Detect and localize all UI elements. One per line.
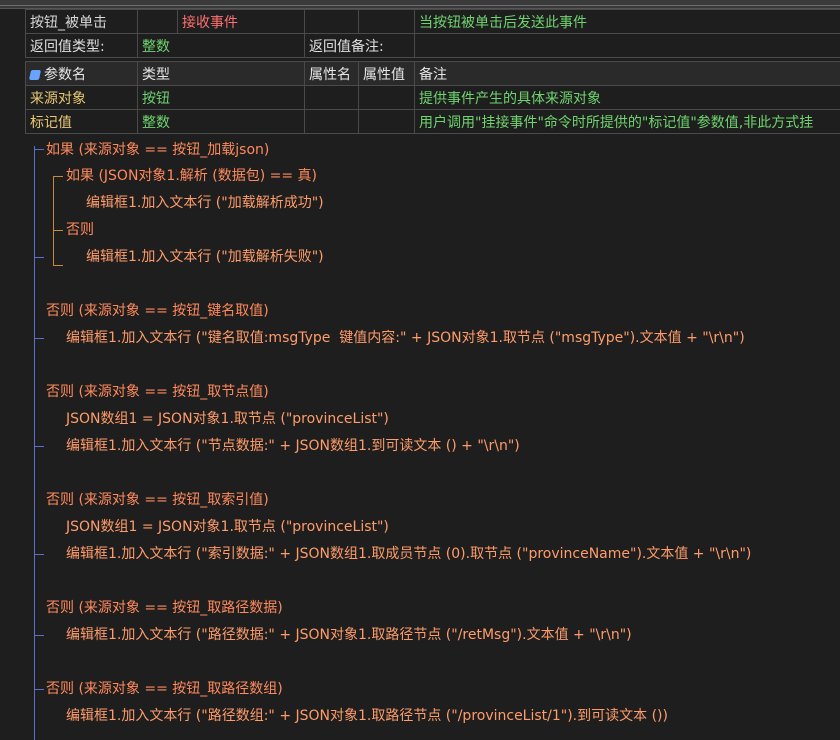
event-row: 按钮_被单击 接收事件 当按钮被单击后发送此事件	[25, 9, 840, 34]
empty-cell	[137, 9, 178, 34]
flow-branch	[34, 338, 44, 339]
pin-icon	[28, 69, 42, 80]
flow-branch	[34, 446, 44, 447]
param-type[interactable]: 整数	[137, 109, 305, 134]
code-line-stmt[interactable]: 编辑框1.加入文本行 ("键名取值:msgType 键值内容:" + JSON对…	[66, 328, 745, 348]
code-line-else-if[interactable]: 否则 (来源对象 == 按钮_键名取值)	[46, 301, 269, 321]
flow-branch	[34, 554, 44, 555]
code-line-else[interactable]: 否则	[66, 220, 94, 240]
param-attr-name[interactable]	[304, 109, 359, 134]
return-type-value[interactable]: 整数	[137, 33, 305, 58]
code-line-stmt[interactable]: 编辑框1.加入文本行 ("路径数组:" + JSON对象1.取路径节点 ("/p…	[66, 706, 668, 726]
return-note-label: 返回值备注:	[304, 33, 415, 58]
flow-line-outer	[34, 146, 35, 740]
attr-value-col-header: 属性值	[358, 61, 415, 86]
empty-cell	[304, 9, 359, 34]
return-type-label: 返回值类型:	[25, 33, 138, 58]
event-description[interactable]: 当按钮被单击后发送此事件	[414, 9, 840, 34]
event-name[interactable]: 按钮_被单击	[25, 9, 138, 34]
code-line-else-if[interactable]: 否则 (来源对象 == 按钮_取路径数据)	[46, 598, 283, 618]
param-note[interactable]: 用户调用"挂接事件"命令时所提供的"标记值"参数值,非此方式挂	[414, 109, 840, 134]
param-row: 标记值 整数 用户调用"挂接事件"命令时所提供的"标记值"参数值,非此方式挂	[25, 109, 840, 134]
param-attr-value[interactable]	[358, 85, 415, 110]
code-line-stmt[interactable]: JSON数组1 = JSON对象1.取节点 ("provinceList")	[66, 409, 389, 429]
param-row: 来源对象 按钮 提供事件产生的具体来源对象	[25, 85, 840, 110]
param-header-row: 参数名 类型 属性名 属性值 备注	[25, 61, 840, 86]
param-attr-name[interactable]	[304, 85, 359, 110]
attr-name-col-header: 属性名	[304, 61, 359, 86]
flow-branch	[34, 257, 44, 258]
top-scrollbar-strip	[0, 0, 840, 9]
type-col-header: 类型	[137, 61, 305, 86]
code-line-if[interactable]: 如果 (来源对象 == 按钮_加载json)	[46, 140, 269, 160]
param-type[interactable]: 按钮	[137, 85, 305, 110]
param-name[interactable]: 来源对象	[25, 85, 138, 110]
flow-branch	[34, 689, 44, 690]
flow-branch	[34, 149, 44, 150]
event-header-table: 按钮_被单击 接收事件 当按钮被单击后发送此事件 返回值类型: 整数 返回值备注…	[25, 9, 840, 134]
param-name[interactable]: 标记值	[25, 109, 138, 134]
code-line-stmt[interactable]: 编辑框1.加入文本行 ("加载解析成功")	[86, 193, 324, 213]
flow-branch	[53, 265, 63, 266]
param-attr-value[interactable]	[358, 109, 415, 134]
flow-branch	[53, 176, 63, 177]
flow-branch	[34, 635, 44, 636]
code-line-stmt[interactable]: 编辑框1.加入文本行 ("索引数据:" + JSON数组1.取成员节点 (0).…	[66, 544, 751, 564]
code-line-else-if[interactable]: 否则 (来源对象 == 按钮_取路径数组)	[46, 679, 283, 699]
code-line-else-if[interactable]: 否则 (来源对象 == 按钮_取索引值)	[46, 490, 269, 510]
note-col-header: 备注	[414, 61, 840, 86]
empty-cell	[358, 9, 415, 34]
param-note[interactable]: 提供事件产生的具体来源对象	[414, 85, 840, 110]
code-line-else-if[interactable]: 否则 (来源对象 == 按钮_取节点值)	[46, 382, 269, 402]
param-col-header: 参数名	[25, 61, 138, 86]
return-row: 返回值类型: 整数 返回值备注:	[25, 33, 840, 58]
code-line-stmt[interactable]: 编辑框1.加入文本行 ("加载解析失败")	[86, 247, 324, 267]
code-line-stmt[interactable]: 编辑框1.加入文本行 ("节点数据:" + JSON数组1.到可读文本 () +…	[66, 436, 520, 456]
code-line-if[interactable]: 如果 (JSON对象1.解析 (数据包) == 真)	[66, 166, 317, 186]
code-line-stmt[interactable]: 编辑框1.加入文本行 ("路径数据:" + JSON对象1.取路径节点 ("/r…	[66, 625, 632, 645]
flow-branch	[53, 230, 63, 231]
event-type[interactable]: 接收事件	[177, 9, 305, 34]
code-editor[interactable]: 如果 (来源对象 == 按钮_加载json) 如果 (JSON对象1.解析 (数…	[0, 136, 840, 740]
code-line-stmt[interactable]: JSON数组1 = JSON对象1.取节点 ("provinceList")	[66, 517, 389, 537]
flow-line-inner	[53, 176, 54, 266]
return-note-value[interactable]	[414, 33, 840, 58]
